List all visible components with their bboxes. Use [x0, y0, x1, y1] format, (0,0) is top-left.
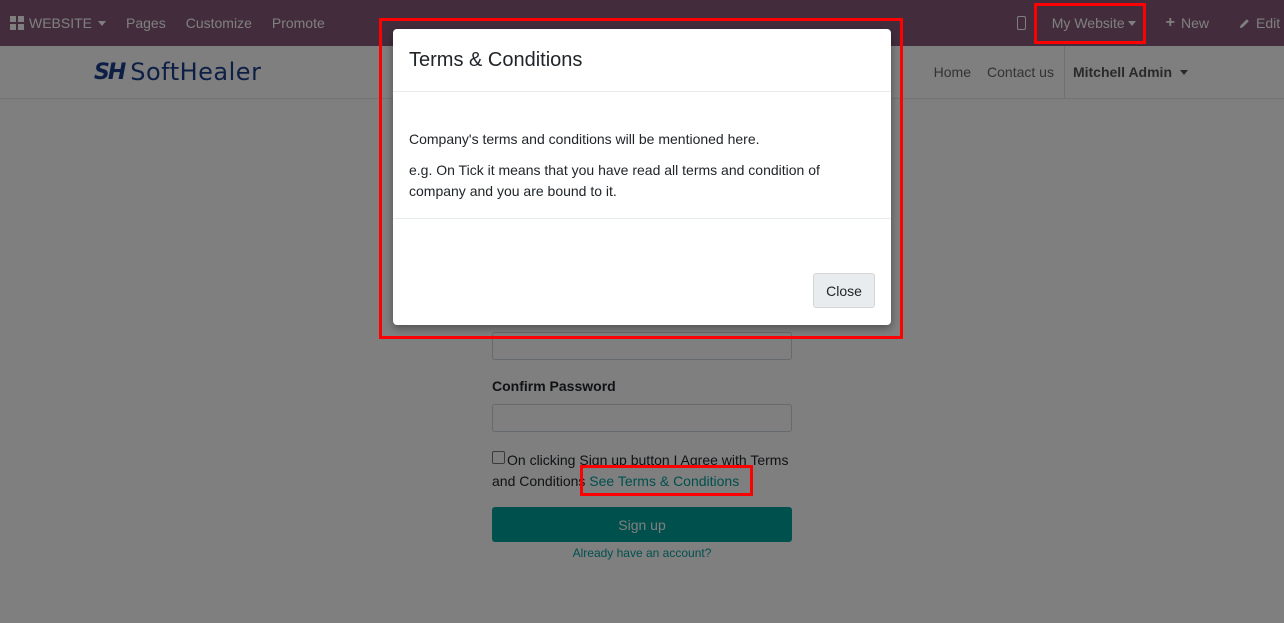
terms-modal: Terms & Conditions Company's terms and c… — [393, 29, 891, 325]
close-button[interactable]: Close — [813, 273, 875, 308]
terms-text-1: Company's terms and conditions will be m… — [409, 131, 760, 147]
modal-title: Terms & Conditions — [409, 48, 583, 71]
terms-text-2: e.g. On Tick it means that you have read… — [409, 162, 820, 199]
modal-body: Company's terms and conditions will be m… — [393, 92, 891, 219]
modal-footer: Close — [393, 257, 891, 325]
modal-header: Terms & Conditions — [393, 29, 891, 92]
